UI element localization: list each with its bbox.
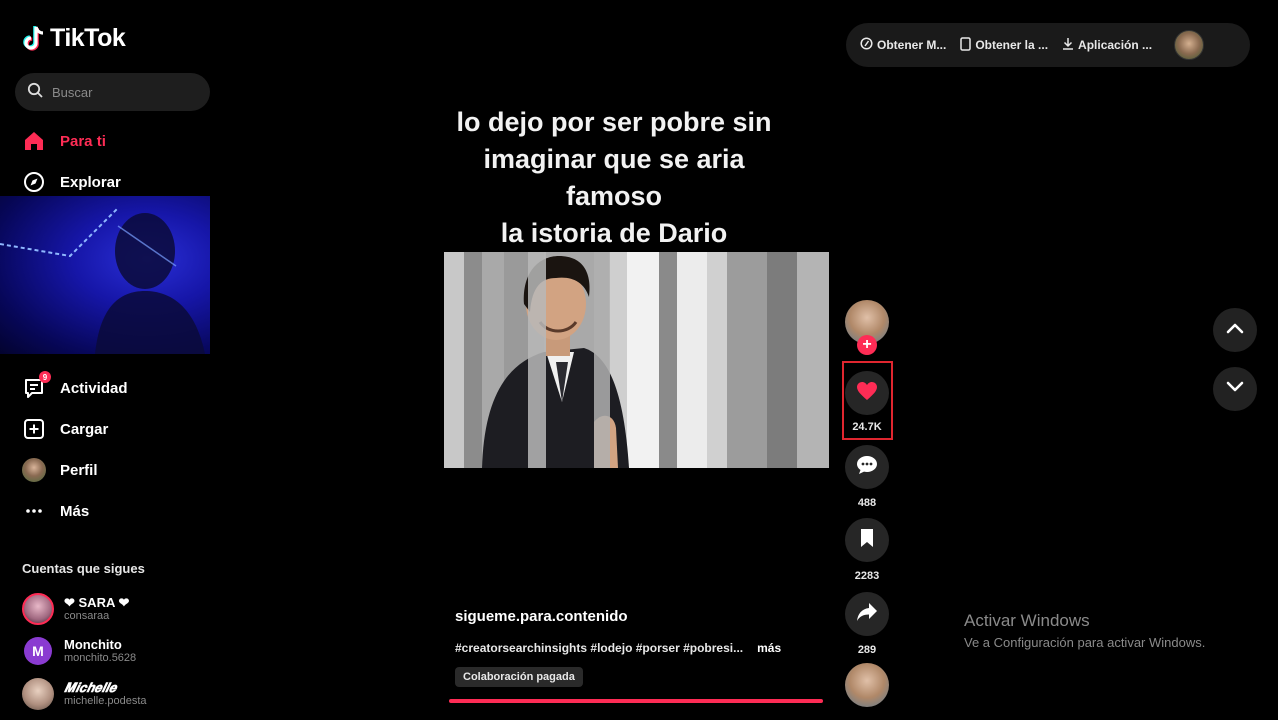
chevron-up-icon: [1226, 321, 1244, 339]
follow-plus-button[interactable]: +: [857, 335, 877, 355]
following-section-title: Cuentas que sigues: [22, 561, 145, 576]
previous-video-button[interactable]: [1213, 308, 1257, 352]
account-handle: monchito.5628: [64, 652, 137, 664]
search-input[interactable]: [52, 84, 192, 100]
windows-activation-title: Activar Windows: [964, 611, 1090, 630]
sidebar-item-actividad[interactable]: 9 Actividad: [22, 371, 128, 400]
get-coins-button[interactable]: Obtener M...: [860, 37, 946, 53]
video-player[interactable]: [444, 252, 829, 468]
get-app-label: Obtener la ...: [975, 38, 1049, 52]
sidebar-item-cargar[interactable]: Cargar: [22, 417, 108, 441]
tiktok-note-icon: [22, 25, 46, 53]
following-account-monchito[interactable]: M Monchito monchito.5628: [22, 635, 136, 667]
sidebar-item-label: Perfil: [60, 461, 98, 479]
avatar: [22, 593, 54, 625]
more-link[interactable]: más: [757, 641, 781, 655]
like-count: 24.7K: [852, 421, 882, 433]
video-caption-overlay: lo dejo por ser pobre sin imaginar que s…: [456, 107, 772, 248]
comment-icon: [856, 455, 878, 480]
more-dots-icon: [22, 499, 46, 523]
share-action[interactable]: 289: [845, 592, 889, 656]
search-icon: [27, 82, 43, 103]
comment-count: 488: [857, 497, 877, 509]
comment-button[interactable]: [845, 445, 889, 489]
user-avatar[interactable]: [1174, 30, 1205, 60]
following-account-sara[interactable]: ❤ SARA ❤ consaraa: [22, 593, 129, 625]
like-button[interactable]: [845, 371, 889, 415]
save-action[interactable]: 2283: [845, 518, 889, 582]
sidebar-item-label: Cargar: [60, 420, 109, 438]
video-progress-bar[interactable]: [449, 699, 823, 703]
share-count: 289: [857, 644, 877, 656]
download-icon: [1062, 37, 1074, 53]
overlay-video-thumbnail: [0, 196, 210, 354]
sound-disc-avatar[interactable]: [845, 663, 889, 707]
share-arrow-icon: [856, 602, 878, 627]
get-coins-label: Obtener M...: [877, 38, 947, 52]
search-bar[interactable]: [15, 73, 210, 111]
sidebar-item-para-ti[interactable]: Para ti: [22, 129, 106, 153]
account-name: Monchito: [64, 637, 122, 652]
profile-avatar-icon: [22, 458, 46, 482]
paid-partnership-tag: Colaboración pagada: [455, 667, 583, 687]
windows-activation-subtitle: Ve a Configuración para activar Windows.: [964, 635, 1206, 650]
sidebar-item-label: Más: [60, 502, 90, 520]
coin-icon: [860, 37, 873, 53]
sidebar-item-label: Explorar: [60, 173, 121, 191]
save-count: 2283: [854, 570, 880, 582]
share-button[interactable]: [845, 592, 889, 636]
desktop-app-button[interactable]: Aplicación ...: [1062, 37, 1152, 53]
sidebar-item-label: Actividad: [60, 379, 128, 397]
app-name: TikTok: [50, 24, 126, 52]
avatar: M: [24, 637, 52, 665]
home-icon: [22, 129, 46, 153]
desktop-app-label: Aplicación ...: [1078, 38, 1153, 52]
sidebar-item-explorar[interactable]: Explorar: [22, 170, 121, 194]
top-action-bar: Obtener M... Obtener la ... Aplicación .…: [846, 23, 1250, 67]
upload-plus-icon: [22, 417, 46, 441]
account-name: 𝑴𝒊𝒄𝒉𝒆𝒍𝒍𝒆: [64, 680, 117, 695]
sidebar-item-perfil[interactable]: Perfil: [22, 458, 98, 482]
following-account-michelle[interactable]: 𝑴𝒊𝒄𝒉𝒆𝒍𝒍𝒆 michelle.podesta: [22, 678, 147, 710]
sidebar-item-label: Para ti: [60, 132, 106, 150]
video-description: #creatorsearchinsights #lodejo #porser #…: [455, 641, 744, 655]
get-app-button[interactable]: Obtener la ...: [960, 36, 1049, 54]
activity-icon: 9: [22, 371, 51, 400]
avatar: [22, 458, 46, 482]
phone-icon: [960, 36, 972, 54]
chevron-down-icon: [1226, 380, 1244, 398]
save-button[interactable]: [845, 518, 889, 562]
heart-icon: [856, 381, 878, 406]
like-action[interactable]: 24.7K: [845, 371, 889, 433]
video-author[interactable]: sigueme.para.contenido: [455, 608, 628, 625]
notification-badge: 9: [39, 371, 51, 383]
bookmark-icon: [859, 528, 875, 553]
account-handle: consaraa: [64, 610, 110, 622]
video-description-row: #creatorsearchinsights #lodejo #porser #…: [455, 641, 781, 655]
tiktok-logo[interactable]: TikTok: [22, 24, 126, 53]
account-handle: michelle.podesta: [64, 695, 147, 707]
avatar: [22, 678, 54, 710]
comment-action[interactable]: 488: [845, 445, 889, 509]
next-video-button[interactable]: [1213, 367, 1257, 411]
account-name: ❤ SARA ❤: [64, 595, 130, 610]
sidebar-item-mas[interactable]: Más: [22, 499, 89, 523]
compass-icon: [22, 170, 46, 194]
